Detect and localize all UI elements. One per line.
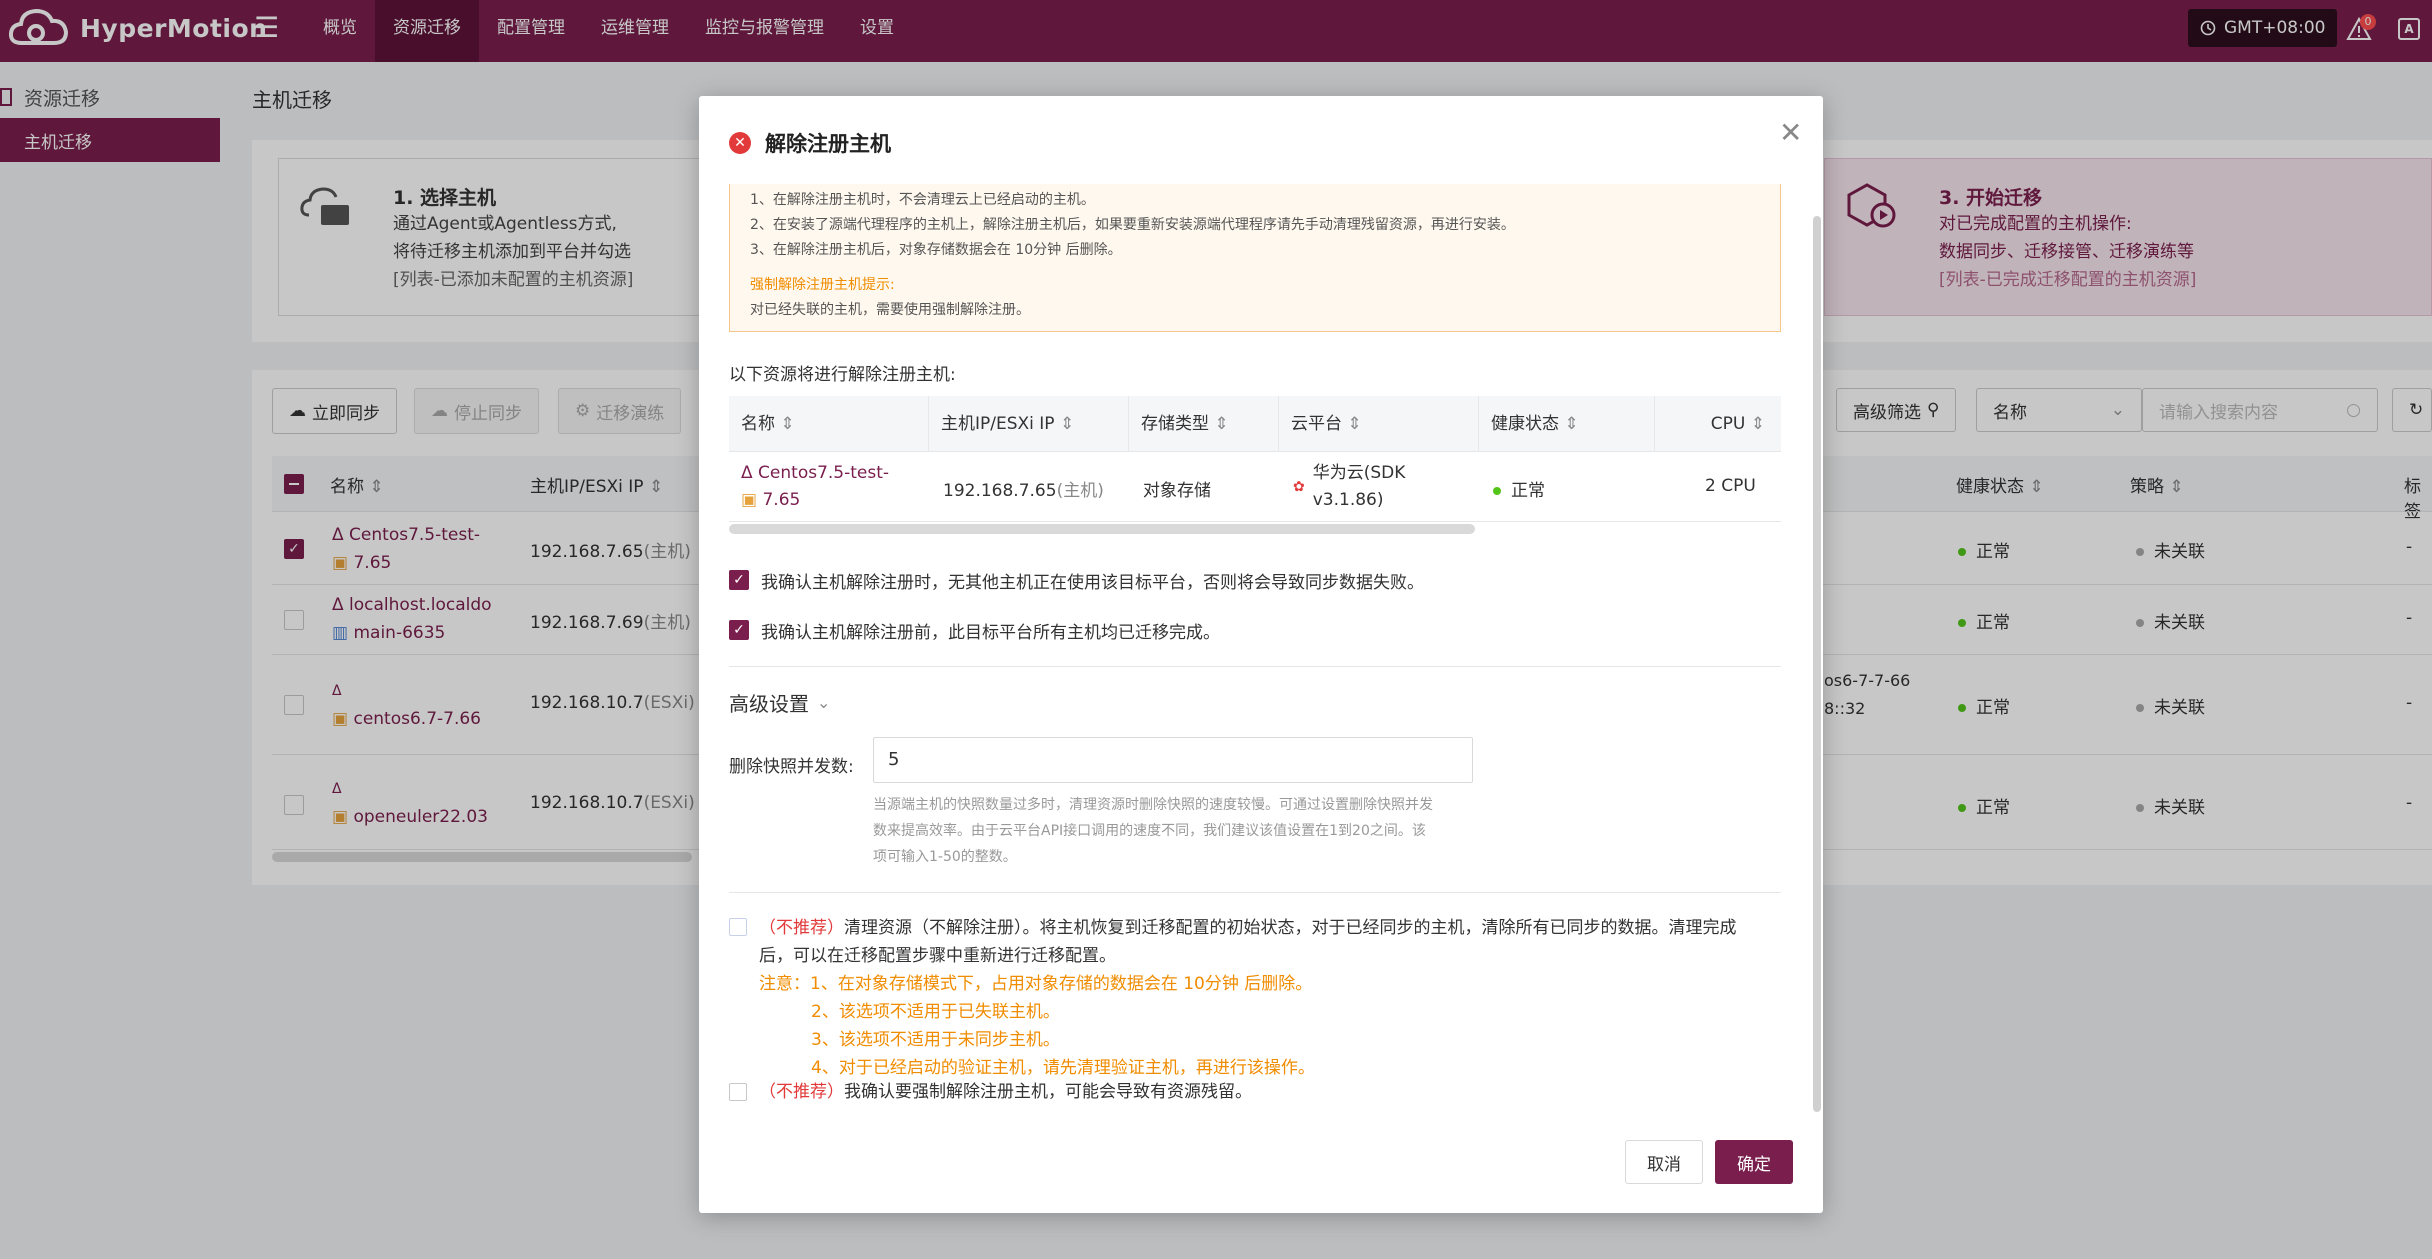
resource-name[interactable]: Δ Centos7.5-test- ▣ 7.65 xyxy=(741,460,889,514)
note-1: 注意：1、在对象存储模式下，占用对象存储的数据会在 10分钟 后删除。 xyxy=(759,974,1313,994)
sort-icon: ⇕ xyxy=(1347,414,1362,434)
cancel-button[interactable]: 取消 xyxy=(1625,1140,1703,1184)
force-title: 强制解除注册主机提示: xyxy=(750,277,895,293)
col-cloud[interactable]: 云平台 ⇕ xyxy=(1279,396,1479,452)
col-storage[interactable]: 存储类型 ⇕ xyxy=(1129,396,1279,452)
confirm-1-label: 我确认主机解除注册时，无其他主机正在使用该目标平台，否则将会导致同步数据失败。 xyxy=(761,572,1424,593)
force-unregister-checkbox[interactable] xyxy=(729,1083,747,1101)
resource-cpu: 2 CPU xyxy=(1705,476,1756,496)
resource-ip-note: (主机) xyxy=(1056,481,1104,501)
resource-ip-value: 192.168.7.65 xyxy=(943,481,1057,501)
confirm-1[interactable]: ✓ 我确认主机解除注册时，无其他主机正在使用该目标平台，否则将会导致同步数据失败… xyxy=(729,567,1424,593)
resource-health-label: 正常 xyxy=(1511,481,1545,501)
not-recommended-tag: （不推荐） xyxy=(759,1082,844,1102)
note-3: 3、该选项不适用于未同步主机。 xyxy=(811,1030,1060,1050)
resource-name-line1: Centos7.5-test- xyxy=(758,463,890,483)
confirm-2-label: 我确认主机解除注册前，此目标平台所有主机均已迁移完成。 xyxy=(761,622,1220,643)
force-text: 对已经失联的主机，需要使用强制解除注册。 xyxy=(750,302,1030,318)
snapshot-label: 删除快照并发数: xyxy=(729,757,854,777)
col-name[interactable]: 名称 ⇕ xyxy=(729,396,929,452)
resource-table-scrollbar[interactable] xyxy=(729,524,1475,534)
sort-icon: ⇕ xyxy=(1214,414,1229,434)
close-icon[interactable]: ✕ xyxy=(1779,118,1802,148)
force-unregister-option[interactable]: （不推荐）我确认要强制解除注册主机，可能会导致有资源残留。 xyxy=(729,1078,1781,1106)
huawei-cloud-icon: ✿ xyxy=(1293,479,1305,495)
resource-cloud-line2: v3.1.86) xyxy=(1312,490,1384,510)
sort-icon: ⇕ xyxy=(1564,414,1579,434)
col-health-label: 健康状态 xyxy=(1491,414,1559,434)
vm-icon: ▣ xyxy=(741,490,758,510)
warning-box: 1、在解除注册主机时，不会清理云上已经启动的主机。 2、在安装了源端代理程序的主… xyxy=(729,184,1781,332)
col-ip[interactable]: 主机IP/ESXi IP ⇕ xyxy=(929,396,1129,452)
col-name-label: 名称 xyxy=(741,414,775,434)
warning-line-1: 1、在解除注册主机时，不会清理云上已经启动的主机。 xyxy=(750,192,1095,208)
clean-resources-option[interactable]: （不推荐）清理资源（不解除注册）。将主机恢复到迁移配置的初始状态，对于已经同步的… xyxy=(729,914,1781,1082)
col-health[interactable]: 健康状态 ⇕ xyxy=(1479,396,1655,452)
col-storage-label: 存储类型 xyxy=(1141,414,1209,434)
col-cpu-label: CPU xyxy=(1710,414,1746,434)
resource-table-header: 名称 ⇕ 主机IP/ESXi IP ⇕ 存储类型 ⇕ 云平台 ⇕ 健康状态 ⇕ … xyxy=(729,396,1781,452)
resource-cloud: ✿ 华为云(SDK v3.1.86) xyxy=(1293,460,1405,514)
linux-icon: Δ xyxy=(741,463,753,483)
clean-resources-checkbox[interactable] xyxy=(729,918,747,936)
note-2: 2、该选项不适用于已失联主机。 xyxy=(811,1002,1060,1022)
snapshot-hint-line1: 当源端主机的快照数量过多时，清理资源时删除快照的速度较慢。可通过设置删除快照并发 xyxy=(873,797,1433,813)
dialog-scrollbar[interactable] xyxy=(1813,216,1821,1112)
clean-resources-text2: 后，可以在迁移配置步骤中重新进行迁移配置。 xyxy=(759,946,1116,966)
error-icon: ✕ xyxy=(729,132,751,154)
unregister-host-dialog: ✕ 解除注册主机 ✕ 1、在解除注册主机时，不会清理云上已经启动的主机。 2、在… xyxy=(699,96,1823,1213)
col-cloud-label: 云平台 xyxy=(1291,414,1342,434)
confirm-button[interactable]: 确定 xyxy=(1715,1140,1793,1184)
col-ip-label: 主机IP/ESXi IP xyxy=(941,414,1055,434)
resource-health: 正常 xyxy=(1493,476,1545,501)
confirm-2[interactable]: ✓ 我确认主机解除注册前，此目标平台所有主机均已迁移完成。 xyxy=(729,617,1220,643)
snapshot-hint: 当源端主机的快照数量过多时，清理资源时删除快照的速度较慢。可通过设置删除快照并发… xyxy=(873,792,1473,870)
divider xyxy=(729,666,1781,667)
dialog-header: ✕ 解除注册主机 xyxy=(729,126,891,160)
col-cpu[interactable]: CPU ⇕ xyxy=(1655,396,1781,452)
warning-line-2: 2、在安装了源端代理程序的主机上，解除注册主机后，如果要重新安装源端代理程序请先… xyxy=(750,217,1515,233)
snapshot-concurrency-input[interactable]: 5 xyxy=(873,737,1473,783)
advanced-settings-label: 高级设置 xyxy=(729,692,809,716)
confirm-1-checkbox[interactable]: ✓ xyxy=(729,570,749,590)
not-recommended-tag: （不推荐） xyxy=(759,918,844,938)
resource-row: Δ Centos7.5-test- ▣ 7.65 192.168.7.65(主机… xyxy=(729,452,1781,522)
resource-storage: 对象存储 xyxy=(1143,481,1211,501)
sort-icon: ⇕ xyxy=(1750,414,1765,434)
divider xyxy=(729,892,1781,893)
resource-title: 以下资源将进行解除注册主机: xyxy=(729,365,956,385)
snapshot-hint-line3: 项可输入1-50的整数。 xyxy=(873,849,1017,865)
warning-line-3: 3、在解除注册主机后，对象存储数据会在 10分钟 后删除。 xyxy=(750,242,1122,258)
clean-resources-text: 清理资源（不解除注册）。将主机恢复到迁移配置的初始状态，对于已经同步的主机，清除… xyxy=(844,918,1737,938)
dialog-title: 解除注册主机 xyxy=(765,132,891,156)
sort-icon: ⇕ xyxy=(780,414,795,434)
resource-name-line2: 7.65 xyxy=(762,490,801,510)
resource-cloud-line1: 华为云(SDK xyxy=(1312,463,1406,483)
resource-ip: 192.168.7.65(主机) xyxy=(943,476,1104,501)
force-unregister-text: 我确认要强制解除注册主机，可能会导致有资源残留。 xyxy=(844,1082,1252,1102)
status-dot xyxy=(1493,487,1501,495)
confirm-2-checkbox[interactable]: ✓ xyxy=(729,620,749,640)
snapshot-hint-line2: 数来提高效率。由于云平台API接口调用的速度不同，我们建议该值设置在1到20之间… xyxy=(873,823,1426,839)
chevron-down-icon: ⌄ xyxy=(817,693,831,712)
advanced-settings-toggle[interactable]: 高级设置 ⌄ xyxy=(729,688,830,717)
sort-icon: ⇕ xyxy=(1059,414,1075,434)
